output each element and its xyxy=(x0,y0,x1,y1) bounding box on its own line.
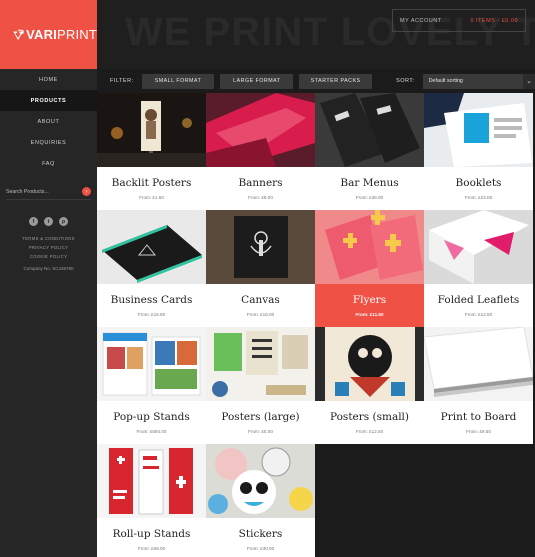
product-image xyxy=(315,93,424,167)
product-price: From: £1.50 xyxy=(139,195,164,200)
product-price: From: £16.00 xyxy=(246,312,275,317)
product-title[interactable]: Print to Board xyxy=(424,411,533,423)
product-title[interactable]: Bar Menus xyxy=(315,177,424,189)
product-price: From: £12.50 xyxy=(464,312,493,317)
pinterest-icon[interactable]: p xyxy=(59,217,68,226)
product-price: From: £8.00 xyxy=(248,195,273,200)
facebook-icon[interactable]: f xyxy=(29,217,38,226)
product-price: From: £594.00 xyxy=(136,429,167,434)
product-price: From: £23.00 xyxy=(464,195,493,200)
sort-label: SORT: xyxy=(396,78,415,84)
product-image xyxy=(424,210,533,284)
product-card-folded-leaflets[interactable]: Folded Leaflets From: £12.50 xyxy=(424,210,533,327)
product-card-print-to-board[interactable]: Print to Board From: £9.50 xyxy=(424,327,533,444)
product-title[interactable]: Backlit Posters xyxy=(97,177,206,189)
product-title[interactable]: Booklets xyxy=(424,177,533,189)
product-title[interactable]: Folded Leaflets xyxy=(424,294,533,306)
product-title[interactable]: Stickers xyxy=(206,528,315,540)
product-image xyxy=(315,327,424,401)
terms-link[interactable]: TERMS & CONDITIONS xyxy=(0,234,97,243)
product-price: From: £30.00 xyxy=(246,546,275,551)
product-image xyxy=(206,444,315,518)
product-title[interactable]: Pop-up Stands xyxy=(97,411,206,423)
product-title[interactable]: Banners xyxy=(206,177,315,189)
main-nav: HOME PRODUCTS ABOUT ENQUIRIES FAQ xyxy=(0,69,97,174)
sort-select[interactable]: Default sorting ⌄ xyxy=(422,73,535,89)
product-card-bar-menus[interactable]: Bar Menus From: £36.00 xyxy=(315,93,424,210)
company-number: Company No. SC435780 xyxy=(23,266,74,271)
product-card-booklets[interactable]: Booklets From: £23.00 xyxy=(424,93,533,210)
account-bar: MY ACCOUNT 0 ITEMS - £0.00 xyxy=(392,9,526,32)
search-input[interactable] xyxy=(6,188,66,195)
cookie-link[interactable]: COOKIE POLICY xyxy=(0,252,97,261)
social-links: f t p xyxy=(0,217,97,226)
product-image xyxy=(206,93,315,167)
product-card-pop-up-stands[interactable]: Pop-up Stands From: £594.00 xyxy=(97,327,206,444)
logo-text: VARIPRINT xyxy=(26,27,97,42)
twitter-icon[interactable]: t xyxy=(44,217,53,226)
product-price: From: £69.00 xyxy=(137,546,166,551)
nav-item-about[interactable]: ABOUT xyxy=(0,111,97,132)
product-image xyxy=(315,210,424,284)
nav-item-enquiries[interactable]: ENQUIRIES xyxy=(0,132,97,153)
product-image xyxy=(97,327,206,401)
product-price: From: £11.50 xyxy=(355,312,384,317)
search-submit-button[interactable]: › xyxy=(82,187,91,196)
product-title[interactable]: Canvas xyxy=(206,294,315,306)
product-image xyxy=(97,93,206,167)
privacy-link[interactable]: PRIVACY POLICY xyxy=(0,243,97,252)
product-title[interactable]: Business Cards xyxy=(97,294,206,306)
product-title[interactable]: Posters (small) xyxy=(315,411,424,423)
filter-starter-packs-button[interactable]: STARTER PACKS xyxy=(299,73,373,89)
product-title[interactable]: Posters (large) xyxy=(206,411,315,423)
product-price: From: £9.50 xyxy=(466,429,491,434)
cart-link[interactable]: 0 ITEMS - £0.00 xyxy=(470,18,518,24)
nav-item-home[interactable]: HOME xyxy=(0,69,97,90)
sidebar: VARIPRINT HOME PRODUCTS ABOUT ENQUIRIES … xyxy=(0,0,97,557)
filter-large-format-button[interactable]: LARGE FORMAT xyxy=(220,73,294,89)
filter-label: FILTER: xyxy=(110,78,134,84)
chevron-down-icon: ⌄ xyxy=(523,73,535,89)
product-card-stickers[interactable]: Stickers From: £30.00 xyxy=(206,444,315,557)
product-card-flyers[interactable]: Flyers From: £11.50 xyxy=(315,210,424,327)
product-price: From: £15.50 xyxy=(137,312,166,317)
product-price: From: £5.00 xyxy=(248,429,273,434)
sort-value: Default sorting xyxy=(428,78,463,84)
product-title[interactable]: Flyers xyxy=(315,294,424,306)
product-card-posters-small[interactable]: Posters (small) From: £12.50 xyxy=(315,327,424,444)
product-price: From: £36.00 xyxy=(355,195,384,200)
product-image xyxy=(424,93,533,167)
nav-item-products[interactable]: PRODUCTS xyxy=(0,90,97,111)
product-price: From: £12.50 xyxy=(355,429,384,434)
variprint-logo-icon xyxy=(13,29,24,40)
product-card-roll-up-stands[interactable]: Roll-up Stands From: £69.00 xyxy=(97,444,206,557)
filter-bar: FILTER: SMALL FORMAT LARGE FORMAT STARTE… xyxy=(97,69,535,93)
product-card-posters-large[interactable]: Posters (large) From: £5.00 xyxy=(206,327,315,444)
product-image xyxy=(206,327,315,401)
logo[interactable]: VARIPRINT xyxy=(0,0,97,69)
product-image xyxy=(424,327,533,401)
product-card-canvas[interactable]: Canvas From: £16.00 xyxy=(206,210,315,327)
footer-links: TERMS & CONDITIONS PRIVACY POLICY COOKIE… xyxy=(0,234,97,261)
my-account-link[interactable]: MY ACCOUNT xyxy=(400,18,442,24)
nav-item-faq[interactable]: FAQ xyxy=(0,153,97,174)
product-image xyxy=(97,210,206,284)
product-card-banners[interactable]: Banners From: £8.00 xyxy=(206,93,315,210)
product-title[interactable]: Roll-up Stands xyxy=(97,528,206,540)
search-box: › xyxy=(6,186,91,200)
filter-small-format-button[interactable]: SMALL FORMAT xyxy=(141,73,215,89)
product-image xyxy=(97,444,206,518)
product-card-backlit-posters[interactable]: Backlit Posters From: £1.50 xyxy=(97,93,206,210)
header: WE PRINT LOVELY THINGS MY ACCOUNT 0 ITEM… xyxy=(97,0,535,69)
product-card-business-cards[interactable]: Business Cards From: £15.50 xyxy=(97,210,206,327)
product-image xyxy=(206,210,315,284)
